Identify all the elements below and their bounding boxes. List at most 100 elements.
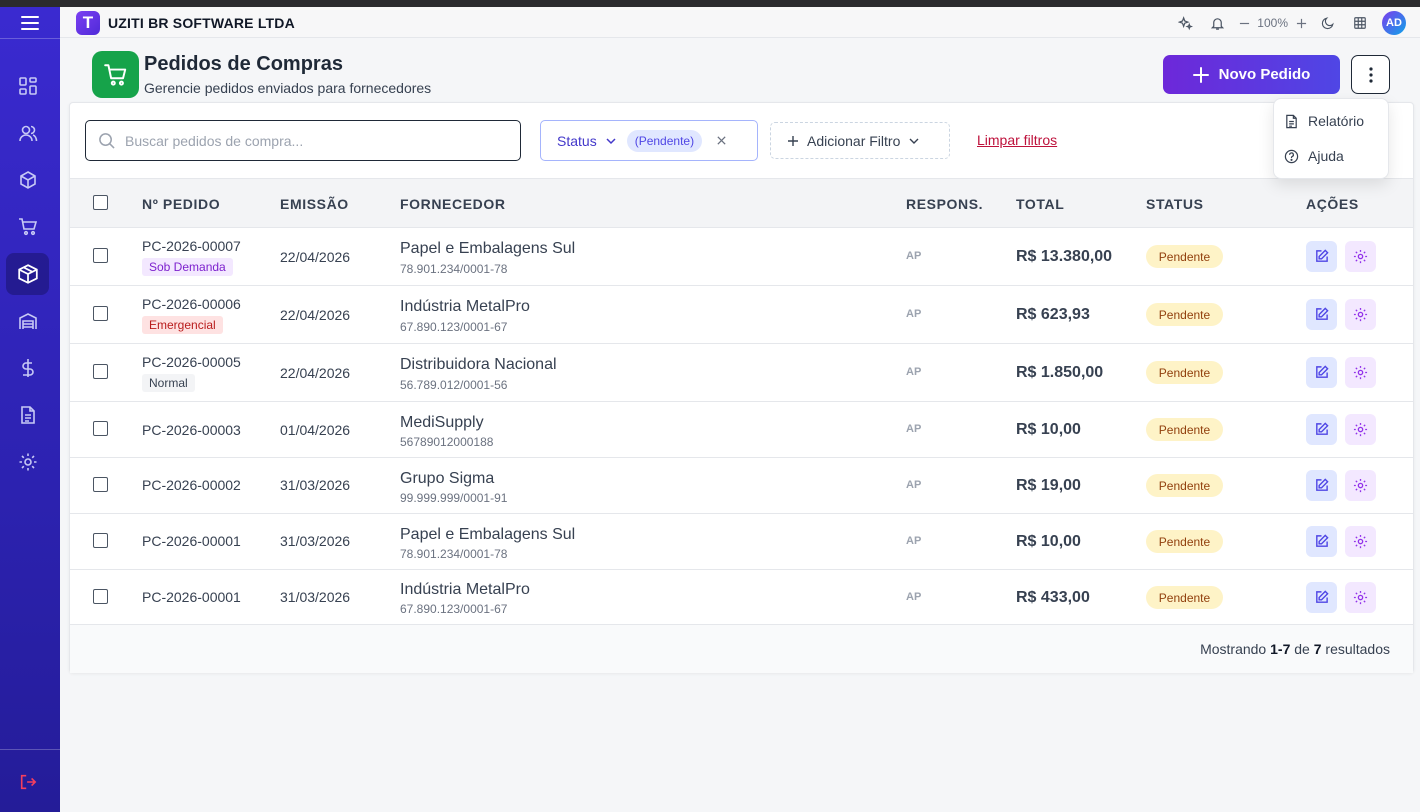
settings-button[interactable] <box>1345 299 1376 330</box>
sidebar-item-warehouse[interactable] <box>6 300 49 342</box>
user-avatar[interactable]: AD <box>1382 11 1406 35</box>
logout-button[interactable] <box>6 764 49 800</box>
supplier-name: Papel e Embalagens Sul <box>400 240 576 257</box>
moon-icon <box>1321 17 1334 30</box>
sidebar-item-finance[interactable] <box>6 347 49 389</box>
hamburger-icon <box>21 15 39 30</box>
sidebar-item-dashboard[interactable] <box>6 65 49 107</box>
order-number[interactable]: PC-2026-00006 <box>142 296 241 312</box>
sidebar-item-users[interactable] <box>6 112 49 154</box>
row-checkbox[interactable] <box>93 477 108 492</box>
table-row: PC-2026-00006 Emergencial 22/04/2026 Ind… <box>70 286 1413 344</box>
issue-date: 22/04/2026 <box>280 249 351 265</box>
supplier-name: Grupo Sigma <box>400 470 495 487</box>
sparkles-icon <box>1177 15 1193 30</box>
row-checkbox[interactable] <box>93 589 108 604</box>
sidebar-item-products[interactable] <box>6 159 49 201</box>
order-number[interactable]: PC-2026-00003 <box>142 422 241 438</box>
row-checkbox[interactable] <box>93 421 108 436</box>
order-number[interactable]: PC-2026-00005 <box>142 354 241 370</box>
row-checkbox[interactable] <box>93 533 108 548</box>
order-number[interactable]: PC-2026-00002 <box>142 477 241 493</box>
order-total: R$ 623,93 <box>1016 306 1090 323</box>
search-box <box>85 120 521 161</box>
order-total: R$ 10,00 <box>1016 533 1081 550</box>
col-issue-date: EMISSÃO <box>280 196 349 212</box>
summary-prefix: Mostrando <box>1200 641 1267 657</box>
row-checkbox[interactable] <box>93 364 108 379</box>
chevron-down-icon <box>909 138 919 144</box>
status-badge: Pendente <box>1146 245 1223 268</box>
clear-filters-link[interactable]: Limpar filtros <box>977 132 1057 148</box>
edit-button[interactable] <box>1306 357 1337 388</box>
more-options-button[interactable] <box>1351 55 1390 94</box>
table-row: PC-2026-00003 01/04/2026 MediSupply 5678… <box>70 402 1413 458</box>
status-filter[interactable]: Status (Pendente) <box>540 120 758 161</box>
supplier-cnpj: 56.789.012/0001-56 <box>400 378 508 392</box>
order-number[interactable]: PC-2026-00001 <box>142 589 241 605</box>
search-input[interactable] <box>125 132 505 149</box>
zoom-out-button[interactable] <box>1233 10 1255 36</box>
more-options-menu: Relatório Ajuda <box>1273 98 1389 179</box>
col-supplier: FORNECEDOR <box>400 196 506 212</box>
edit-icon <box>1316 478 1329 491</box>
edit-button[interactable] <box>1306 414 1337 445</box>
settings-button[interactable] <box>1345 241 1376 272</box>
grid-icon <box>1354 17 1366 29</box>
sidebar-item-purchases[interactable] <box>6 253 49 295</box>
remove-status-filter-button[interactable] <box>716 135 727 146</box>
plus-icon <box>788 135 798 146</box>
responsible: AP <box>906 535 922 547</box>
new-order-label: Novo Pedido <box>1218 66 1311 83</box>
sidebar-item-settings[interactable] <box>6 441 49 483</box>
order-number[interactable]: PC-2026-00007 <box>142 238 241 254</box>
theme-toggle-button[interactable] <box>1312 10 1344 36</box>
dashboard-icon <box>18 77 37 95</box>
edit-icon <box>1316 590 1329 603</box>
select-all-checkbox[interactable] <box>93 195 108 210</box>
edit-button[interactable] <box>1306 526 1337 557</box>
col-order-number: Nº PEDIDO <box>142 196 221 212</box>
settings-button[interactable] <box>1345 526 1376 557</box>
menu-toggle-button[interactable] <box>0 7 60 39</box>
row-checkbox[interactable] <box>93 306 108 321</box>
edit-button[interactable] <box>1306 582 1337 613</box>
col-actions: AÇÕES <box>1306 196 1359 212</box>
document-icon <box>20 406 35 424</box>
file-text-icon <box>1286 114 1297 128</box>
responsible: AP <box>906 250 922 262</box>
summary-of: de <box>1294 641 1310 657</box>
sparkles-button[interactable] <box>1169 10 1201 36</box>
menu-item-report[interactable]: Relatório <box>1284 109 1364 133</box>
add-filter-button[interactable]: Adicionar Filtro <box>770 122 950 159</box>
order-number[interactable]: PC-2026-00001 <box>142 533 241 549</box>
issue-date: 22/04/2026 <box>280 365 351 381</box>
new-order-button[interactable]: Novo Pedido <box>1163 55 1340 94</box>
logout-icon <box>20 774 36 790</box>
close-icon <box>717 136 726 145</box>
cart-icon <box>18 218 37 236</box>
summary-suffix: resultados <box>1325 641 1390 657</box>
sidebar <box>0 7 60 812</box>
summary-count: 7 <box>1313 641 1322 657</box>
edit-button[interactable] <box>1306 241 1337 272</box>
supplier-cnpj: 56789012000188 <box>400 435 494 449</box>
table-footer: Mostrando 1-7 de 7 resultados <box>70 625 1413 673</box>
zoom-in-button[interactable] <box>1290 10 1312 36</box>
order-total: R$ 1.850,00 <box>1016 364 1104 381</box>
page-icon <box>92 51 139 98</box>
sidebar-item-sales[interactable] <box>6 206 49 248</box>
settings-button[interactable] <box>1345 357 1376 388</box>
sidebar-item-documents[interactable] <box>6 394 49 436</box>
menu-item-help-label: Ajuda <box>1308 148 1344 164</box>
edit-button[interactable] <box>1306 470 1337 501</box>
edit-button[interactable] <box>1306 299 1337 330</box>
settings-button[interactable] <box>1345 414 1376 445</box>
notifications-button[interactable] <box>1201 10 1233 36</box>
row-checkbox[interactable] <box>93 248 108 263</box>
apps-grid-button[interactable] <box>1344 10 1376 36</box>
settings-button[interactable] <box>1345 582 1376 613</box>
settings-button[interactable] <box>1345 470 1376 501</box>
summary-range: 1-7 <box>1270 641 1291 657</box>
menu-item-help[interactable]: Ajuda <box>1284 144 1344 168</box>
